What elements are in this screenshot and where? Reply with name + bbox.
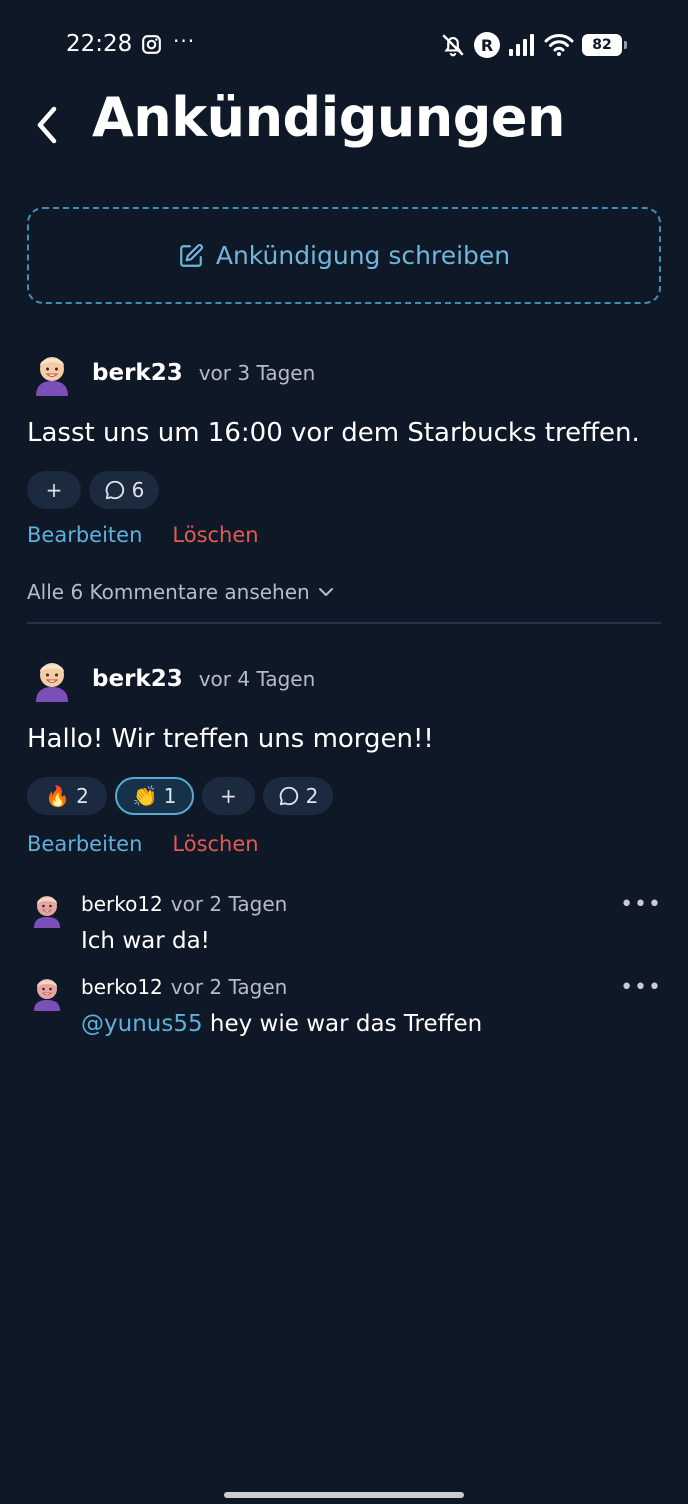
post-header: berk23 vor 4 Tagen (32, 656, 315, 702)
comment-body: hey wie war das Treffen (202, 1011, 483, 1037)
comment-icon (279, 786, 298, 806)
delete-button[interactable]: Löschen (172, 832, 258, 856)
comment-count: 2 (305, 784, 319, 808)
more-notifications-icon: ··· (173, 29, 196, 53)
post-divider (27, 622, 661, 624)
comment-header: berko12 vor 2 Tagen (81, 975, 287, 999)
plus-icon: + (220, 784, 237, 808)
comment-body: Ich war da! (81, 928, 210, 954)
write-announcement-button[interactable]: Ankündigung schreiben (27, 207, 661, 304)
page-title: Ankündigungen (92, 86, 565, 149)
add-reaction-button[interactable]: + (27, 471, 81, 509)
instagram-icon (142, 35, 161, 54)
comment-time: vor 2 Tagen (170, 892, 288, 916)
post-text: Lasst uns um 16:00 vor dem Starbucks tre… (27, 418, 640, 448)
view-all-comments-button[interactable]: Alle 6 Kommentare ansehen (27, 580, 334, 604)
wifi-icon (544, 34, 574, 56)
reaction-count: 1 (163, 784, 177, 808)
avatar[interactable] (32, 656, 72, 702)
post-author[interactable]: berk23 (92, 666, 183, 692)
status-bar: 22:28 ··· R 82 (0, 0, 688, 90)
comment-text: Ich war da! (81, 928, 210, 954)
comment-more-button[interactable]: ••• (620, 892, 662, 917)
reaction-fire-button[interactable]: 🔥 2 (27, 777, 107, 815)
comment-author[interactable]: berko12 (81, 892, 163, 916)
signal-icon (509, 34, 534, 56)
reaction-clap-button[interactable]: 👏 1 (115, 777, 194, 815)
avatar[interactable] (32, 975, 62, 1011)
comment-mention[interactable]: @yunus55 (81, 1011, 203, 1037)
add-reaction-button[interactable]: + (202, 777, 255, 815)
carrier-badge-icon: R (474, 32, 500, 58)
avatar[interactable] (32, 350, 72, 396)
comment-count-button[interactable]: 6 (89, 471, 159, 509)
status-time: 22:28 (66, 31, 133, 57)
reaction-bar: + 6 (27, 471, 159, 509)
post-author[interactable]: berk23 (92, 360, 183, 386)
edit-icon (180, 243, 203, 267)
comment-count: 6 (131, 478, 145, 502)
comment-author[interactable]: berko12 (81, 975, 163, 999)
comment-count-button[interactable]: 2 (263, 777, 333, 815)
battery-icon: 82 (582, 34, 627, 56)
clap-icon: 👏 (132, 784, 158, 808)
home-indicator[interactable] (224, 1492, 464, 1498)
view-all-comments-label: Alle 6 Kommentare ansehen (27, 580, 310, 604)
comment-text: @yunus55 hey wie war das Treffen (81, 1011, 482, 1037)
chevron-down-icon (318, 588, 333, 596)
post-header: berk23 vor 3 Tagen (32, 350, 315, 396)
screen: 22:28 ··· R 82 Ankündigungen Ankündigung… (0, 0, 688, 1504)
avatar[interactable] (32, 892, 62, 928)
reaction-count: 2 (76, 784, 89, 808)
comment-time: vor 2 Tagen (170, 975, 288, 999)
fire-icon: 🔥 (45, 784, 71, 808)
comment-header: berko12 vor 2 Tagen (81, 892, 287, 916)
write-announcement-label: Ankündigung schreiben (215, 241, 511, 270)
chevron-left-icon (37, 106, 57, 144)
reaction-bar: 🔥 2 👏 1 + 2 (27, 777, 333, 815)
plus-icon: + (45, 478, 63, 502)
delete-button[interactable]: Löschen (172, 523, 258, 547)
post-text: Hallo! Wir treffen uns morgen!! (27, 724, 434, 754)
comment-more-button[interactable]: ••• (620, 975, 662, 1000)
status-icons: R 82 (440, 30, 627, 60)
post-time: vor 4 Tagen (198, 667, 316, 691)
edit-button[interactable]: Bearbeiten (27, 832, 142, 856)
post-actions: Bearbeiten Löschen (27, 523, 259, 547)
post-actions: Bearbeiten Löschen (27, 832, 259, 856)
post-time: vor 3 Tagen (198, 361, 316, 385)
edit-button[interactable]: Bearbeiten (27, 523, 142, 547)
back-button[interactable] (34, 102, 74, 148)
bell-off-icon (442, 34, 464, 57)
comment-icon (105, 480, 124, 500)
